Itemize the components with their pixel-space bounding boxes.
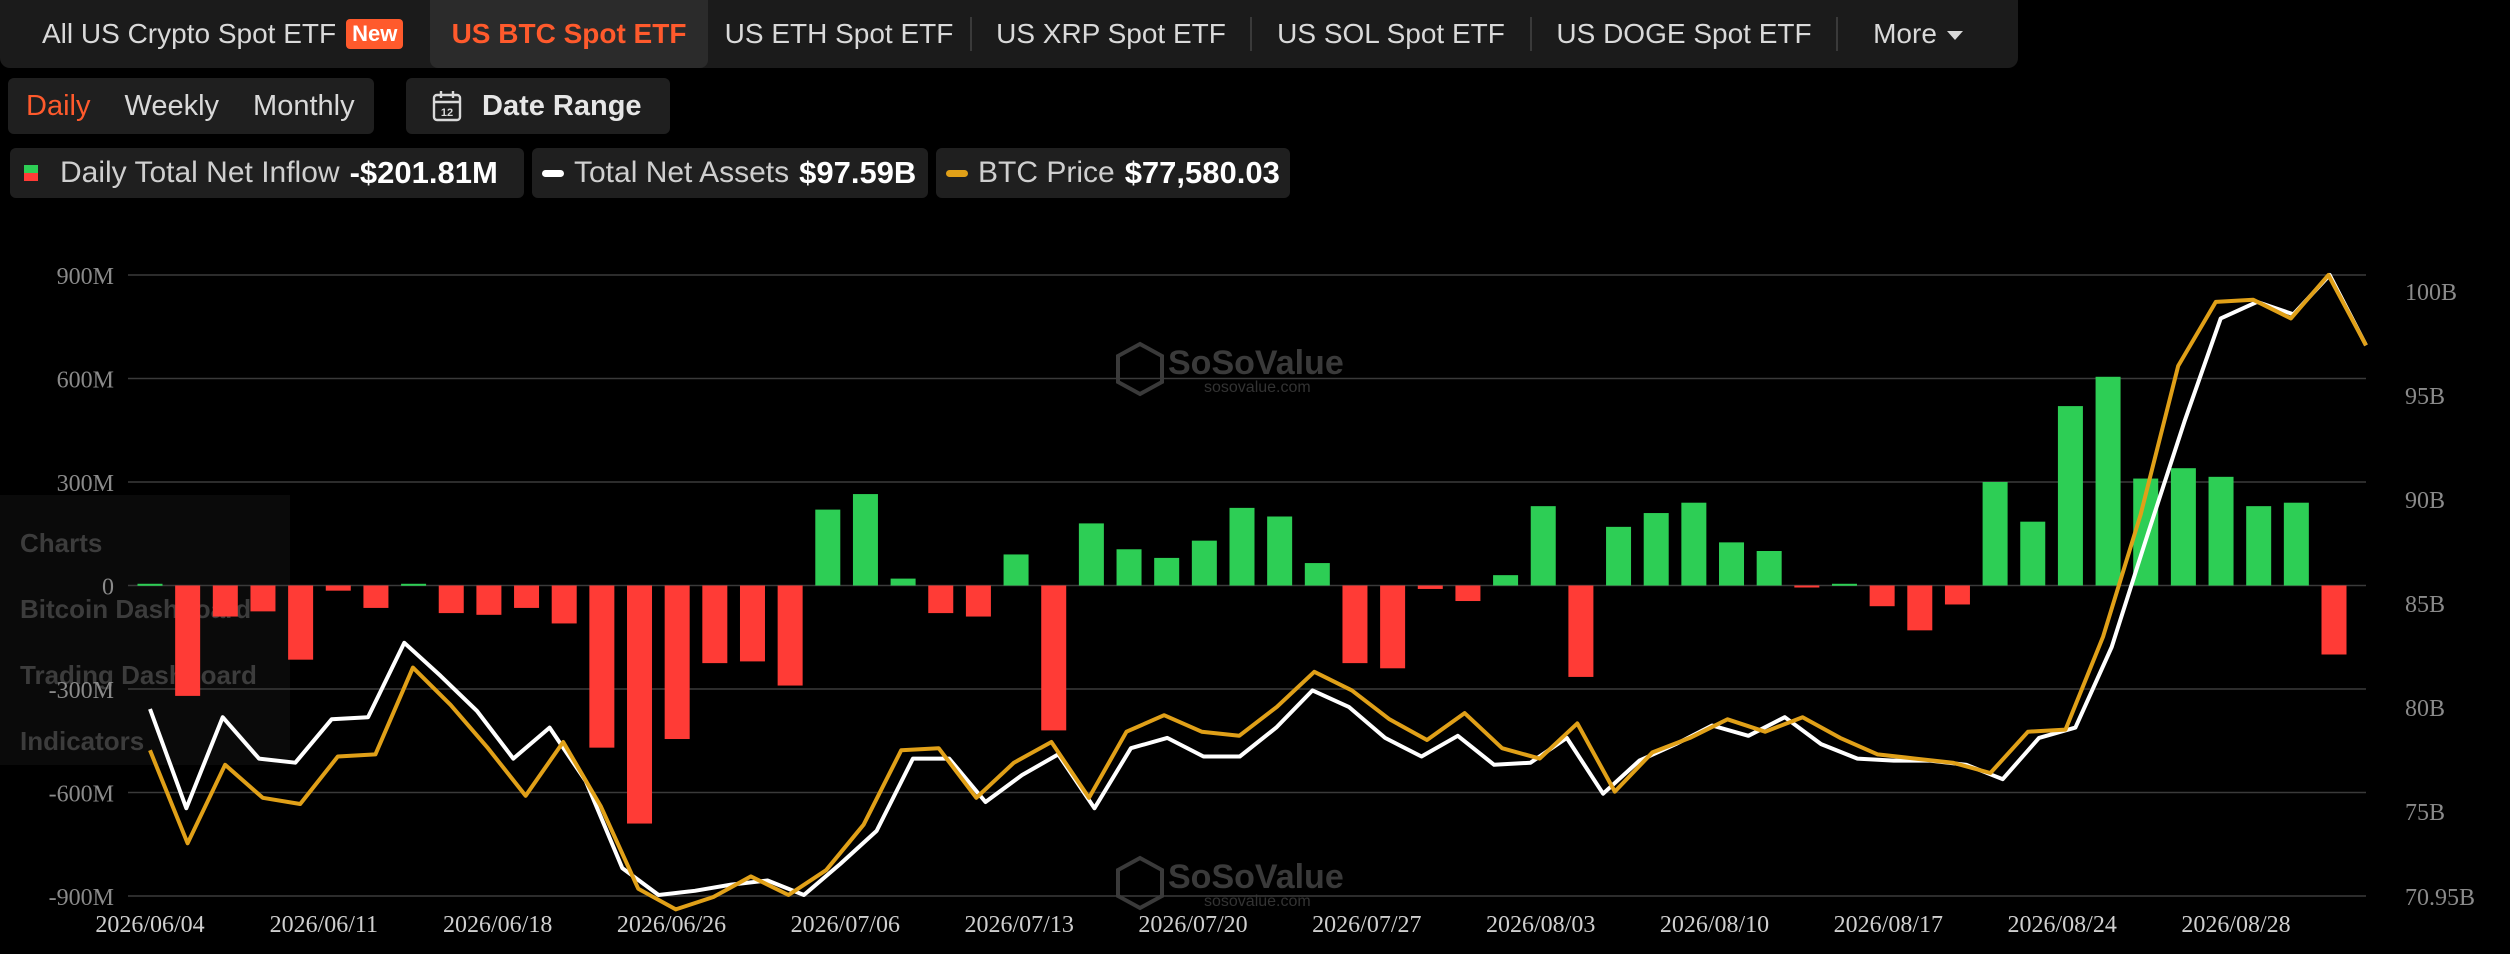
inflow-bar[interactable] [325, 585, 351, 591]
inflow-bar[interactable] [890, 578, 916, 586]
inflow-bar[interactable] [777, 585, 803, 686]
y-right-tick-label: 100B [2405, 280, 2457, 306]
x-tick-label: 2026/07/20 [1138, 912, 1247, 938]
inflow-bar[interactable] [514, 585, 540, 608]
inflow-bar[interactable] [2208, 476, 2234, 586]
inflow-bar[interactable] [1530, 506, 1556, 586]
inflow-bar[interactable] [551, 585, 577, 624]
x-tick-label: 2026/08/24 [2007, 912, 2116, 938]
y-right-tick-label: 95B [2405, 384, 2445, 410]
inflow-bar[interactable] [1229, 507, 1255, 586]
y-right-tick-label: 80B [2405, 696, 2445, 722]
inflow-bar[interactable] [401, 583, 427, 586]
inflow-bar[interactable] [363, 585, 389, 608]
x-tick-label: 2026/06/26 [617, 912, 726, 938]
etf-flow-chart: SoSoValuesosovalue.comSoSoValuesosovalue… [49, 264, 2475, 938]
inflow-bar[interactable] [1831, 583, 1857, 586]
inflow-bar[interactable] [852, 494, 878, 586]
inflow-bar[interactable] [1719, 542, 1745, 586]
watermark-brand: SoSoValue [1168, 858, 1344, 896]
inflow-bar[interactable] [627, 585, 653, 824]
y-left-tick-label: -300M [49, 678, 114, 704]
inflow-bar[interactable] [250, 585, 276, 612]
inflow-bar[interactable] [2321, 585, 2347, 655]
inflow-bar[interactable] [438, 585, 464, 614]
y-left-tick-label: 0 [102, 575, 114, 601]
y-left-tick-label: 300M [57, 471, 114, 497]
inflow-bar[interactable] [2283, 502, 2309, 586]
inflow-bar[interactable] [1116, 549, 1142, 586]
watermark-brand: SoSoValue [1168, 344, 1344, 382]
inflow-bar[interactable] [702, 585, 728, 664]
inflow-bar[interactable] [2020, 521, 2046, 586]
inflow-bar[interactable] [175, 585, 201, 696]
x-tick-label: 2026/07/13 [964, 912, 1073, 938]
x-tick-label: 2026/06/18 [443, 912, 552, 938]
inflow-bar[interactable] [476, 585, 502, 615]
inflow-bar[interactable] [1606, 526, 1632, 586]
x-tick-label: 2026/08/17 [1834, 912, 1943, 938]
inflow-bar[interactable] [1154, 557, 1180, 586]
y-left-tick-label: 600M [57, 368, 114, 394]
inflow-bar[interactable] [2057, 406, 2083, 586]
x-tick-label: 2026/08/28 [2181, 912, 2290, 938]
inflow-bar[interactable] [1380, 585, 1406, 669]
inflow-bar[interactable] [1756, 551, 1782, 586]
x-tick-label: 2026/06/04 [95, 912, 204, 938]
inflow-bar[interactable] [1944, 585, 1970, 605]
inflow-bar[interactable] [965, 585, 991, 617]
inflow-bar[interactable] [1417, 585, 1443, 589]
y-right-tick-label: 75B [2405, 800, 2445, 826]
inflow-bar[interactable] [1643, 513, 1669, 586]
inflow-bar[interactable] [212, 585, 238, 617]
inflow-bar[interactable] [1342, 585, 1368, 664]
inflow-bar[interactable] [739, 585, 765, 662]
y-right-tick-label: 90B [2405, 488, 2445, 514]
inflow-bar[interactable] [928, 585, 954, 614]
y-right-tick-label: 70.95B [2405, 885, 2475, 911]
watermark-url: sosovalue.com [1204, 379, 1311, 396]
inflow-bar[interactable] [137, 583, 163, 586]
inflow-bar[interactable] [664, 585, 690, 740]
y-left-tick-label: -600M [49, 782, 114, 808]
inflow-bar[interactable] [1982, 482, 2008, 586]
inflow-bar[interactable] [1191, 540, 1217, 586]
y-right-tick-label: 85B [2405, 592, 2445, 618]
inflow-bar[interactable] [589, 585, 615, 748]
inflow-bar[interactable] [1041, 585, 1067, 731]
x-tick-label: 2026/07/27 [1312, 912, 1421, 938]
inflow-bar[interactable] [1794, 585, 1820, 588]
inflow-bar[interactable] [2170, 468, 2196, 586]
x-tick-label: 2026/06/11 [270, 912, 378, 938]
y-left-tick-label: -900M [49, 885, 114, 911]
inflow-bar[interactable] [1455, 585, 1481, 602]
x-tick-label: 2026/08/10 [1660, 912, 1769, 938]
watermarks: SoSoValuesosovalue.comSoSoValuesosovalue… [1116, 341, 1344, 911]
watermark-url: sosovalue.com [1204, 893, 1311, 910]
x-tick-label: 2026/08/03 [1486, 912, 1595, 938]
inflow-bar[interactable] [1869, 585, 1895, 607]
sosovalue-logo-icon [1116, 855, 1164, 911]
inflow-bar[interactable] [1267, 516, 1293, 586]
inflow-bar[interactable] [1078, 523, 1104, 586]
inflow-bar[interactable] [288, 585, 314, 660]
y-left-tick-label: 900M [57, 264, 114, 290]
inflow-bar[interactable] [1493, 575, 1519, 586]
inflow-bar[interactable] [815, 509, 841, 586]
inflow-bar[interactable] [1681, 502, 1707, 586]
inflow-bar[interactable] [1003, 554, 1029, 586]
x-tick-label: 2026/07/06 [791, 912, 900, 938]
inflow-bar[interactable] [1568, 585, 1594, 677]
inflow-bar[interactable] [1304, 563, 1330, 586]
sosovalue-logo-icon [1116, 341, 1164, 397]
inflow-bar[interactable] [2095, 376, 2121, 586]
inflow-bar[interactable] [1907, 585, 1933, 631]
inflow-bar[interactable] [2246, 506, 2272, 586]
